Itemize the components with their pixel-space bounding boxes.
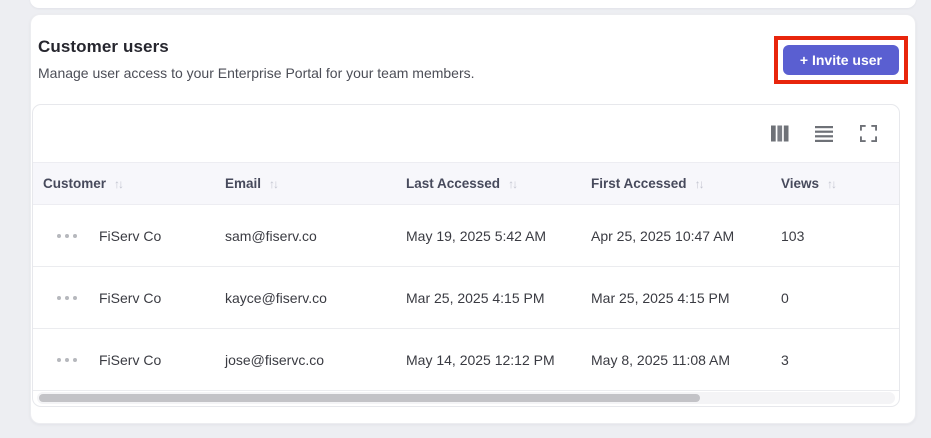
cell-email: sam@fiserv.co xyxy=(215,204,396,267)
columns-button[interactable] xyxy=(770,124,790,144)
density-icon xyxy=(815,125,833,142)
cell-customer: FiServ Co xyxy=(33,204,215,267)
column-header-first-accessed[interactable]: First Accessed ↑↓ xyxy=(581,162,771,205)
ellipsis-icon xyxy=(57,233,77,238)
cell-last-accessed: May 14, 2025 12:12 PM xyxy=(396,328,581,391)
page-title: Customer users xyxy=(38,37,169,56)
row-menu-button[interactable] xyxy=(57,292,77,304)
fullscreen-icon xyxy=(859,125,877,142)
page: Customer users Manage user access to you… xyxy=(0,0,931,438)
previous-card-edge xyxy=(30,0,916,8)
column-header-label: Customer xyxy=(43,176,107,191)
column-header-customer[interactable]: Customer ↑↓ xyxy=(33,162,215,205)
sort-icon: ↑↓ xyxy=(694,177,705,191)
table-row: FiServ Co sam@fiserv.co May 19, 2025 5:4… xyxy=(33,204,899,267)
invite-user-button[interactable]: + Invite user xyxy=(782,45,899,75)
column-header-label: Views xyxy=(781,176,820,191)
fullscreen-button[interactable] xyxy=(858,124,878,144)
table-row: FiServ Co jose@fiservc.co May 14, 2025 1… xyxy=(33,328,899,391)
cell-customer: FiServ Co xyxy=(33,328,215,391)
column-header-label: Last Accessed xyxy=(406,176,501,191)
table-header-row: Customer ↑↓ Email ↑↓ Last Accessed ↑↓ First… xyxy=(33,162,899,205)
cell-last-accessed: May 19, 2025 5:42 AM xyxy=(396,204,581,267)
density-button[interactable] xyxy=(814,124,834,144)
row-menu-button[interactable] xyxy=(57,230,77,242)
customer-name: FiServ Co xyxy=(99,289,162,306)
page-subtitle: Manage user access to your Enterprise Po… xyxy=(38,65,475,81)
ellipsis-icon xyxy=(57,295,77,300)
column-header-email[interactable]: Email ↑↓ xyxy=(215,162,396,205)
horizontal-scrollbar[interactable] xyxy=(37,392,895,404)
cell-first-accessed: Mar 25, 2025 4:15 PM xyxy=(581,266,771,329)
customer-name: FiServ Co xyxy=(99,351,162,368)
sort-icon: ↑↓ xyxy=(827,177,837,191)
cell-views: 3 xyxy=(771,328,899,391)
ellipsis-icon xyxy=(57,357,77,362)
cell-views: 103 xyxy=(771,204,899,267)
cell-views: 0 xyxy=(771,266,899,329)
customer-name: FiServ Co xyxy=(99,227,162,244)
cell-first-accessed: Apr 25, 2025 10:47 AM xyxy=(581,204,771,267)
users-table-body: FiServ Co sam@fiserv.co May 19, 2025 5:4… xyxy=(33,204,899,391)
users-table: Customer ↑↓ Email ↑↓ Last Accessed ↑↓ First… xyxy=(33,162,899,391)
table-row: FiServ Co kayce@fiserv.co Mar 25, 2025 4… xyxy=(33,266,899,329)
columns-icon xyxy=(771,125,789,142)
cell-customer: FiServ Co xyxy=(33,266,215,329)
cell-email: jose@fiservc.co xyxy=(215,328,396,391)
scrollbar-thumb[interactable] xyxy=(39,394,700,402)
column-header-label: Email xyxy=(225,176,262,191)
sort-icon: ↑↓ xyxy=(269,177,279,191)
invite-user-highlight-box: + Invite user xyxy=(773,36,908,84)
customer-users-panel: Customer users Manage user access to you… xyxy=(30,14,916,424)
cell-last-accessed: Mar 25, 2025 4:15 PM xyxy=(396,266,581,329)
column-header-label: First Accessed xyxy=(591,176,687,191)
column-header-last-accessed[interactable]: Last Accessed ↑↓ xyxy=(396,162,581,205)
cell-first-accessed: May 8, 2025 11:08 AM xyxy=(581,328,771,391)
row-menu-button[interactable] xyxy=(57,354,77,366)
column-header-views[interactable]: Views ↑↓ xyxy=(771,162,899,205)
table-toolbar xyxy=(33,105,899,162)
users-table-container: Customer ↑↓ Email ↑↓ Last Accessed ↑↓ First… xyxy=(32,104,900,407)
cell-email: kayce@fiserv.co xyxy=(215,266,396,329)
sort-icon: ↑↓ xyxy=(114,177,124,191)
sort-icon: ↑↓ xyxy=(508,177,518,191)
